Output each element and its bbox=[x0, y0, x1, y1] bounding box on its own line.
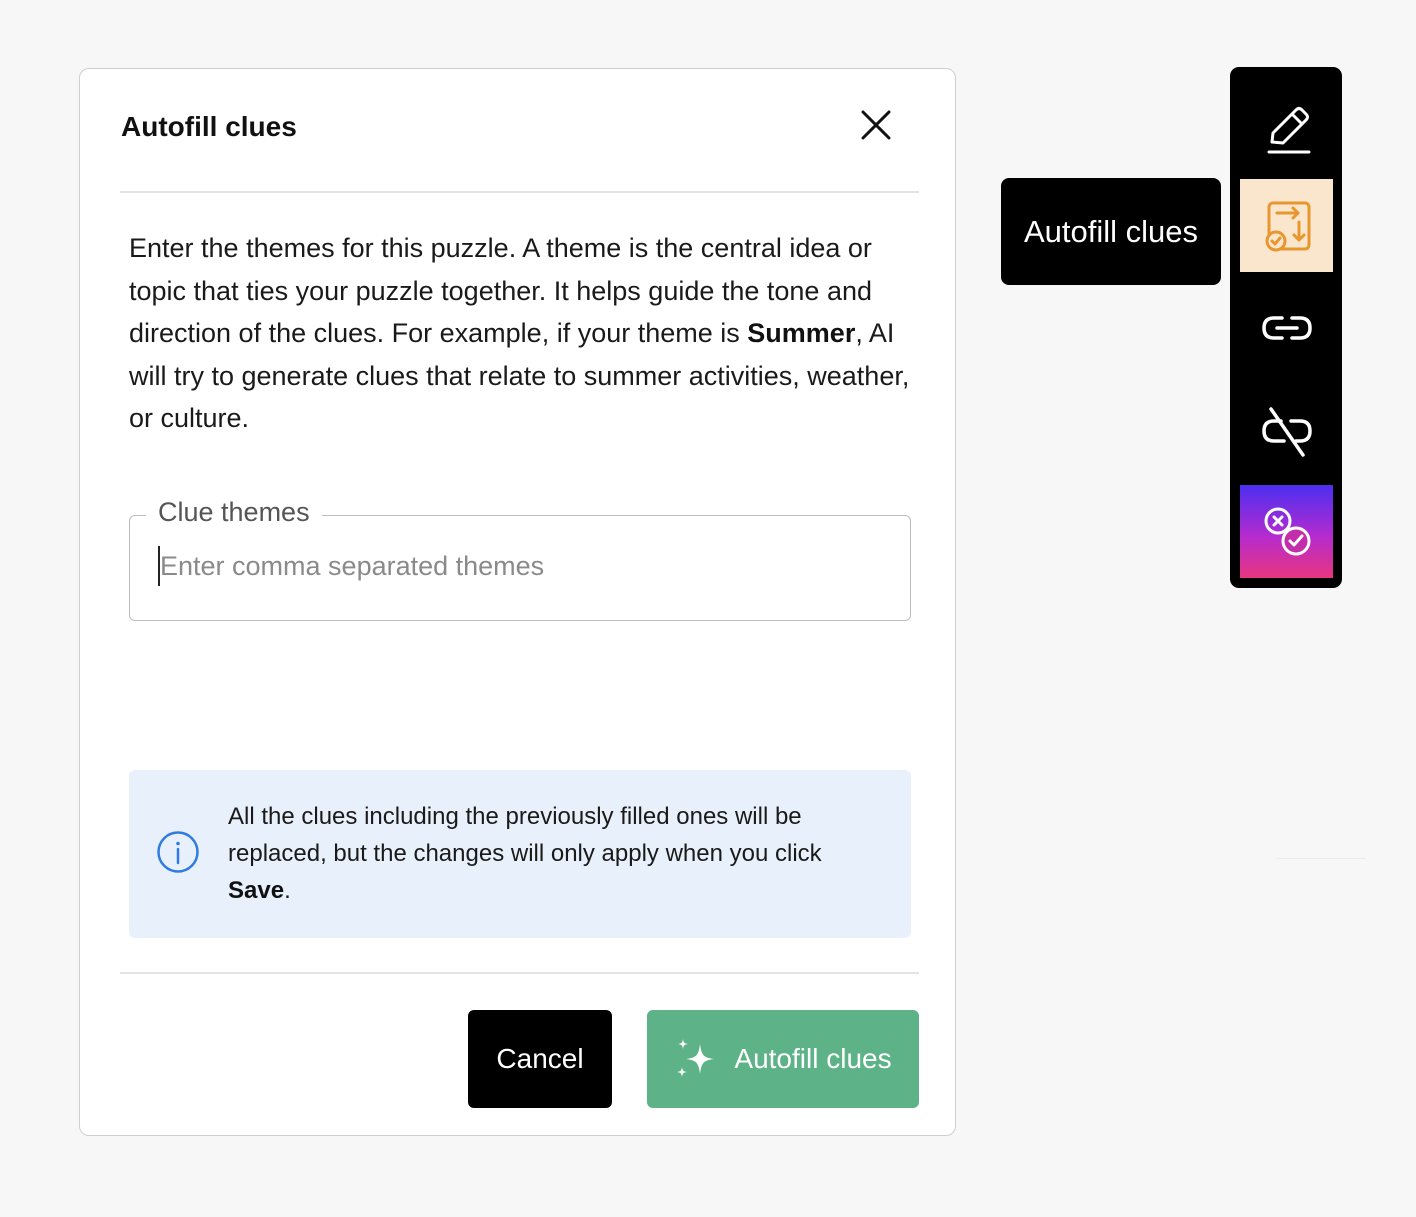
clue-themes-label: Clue themes bbox=[146, 497, 322, 528]
autofill-clues-tool[interactable] bbox=[1240, 179, 1333, 272]
info-icon bbox=[157, 831, 199, 873]
toggle-check-button[interactable] bbox=[1240, 485, 1333, 578]
close-button[interactable] bbox=[858, 107, 894, 143]
clue-themes-field: Clue themes bbox=[129, 497, 911, 621]
info-text-bold: Save bbox=[228, 877, 285, 904]
description-bold: Summer bbox=[747, 318, 856, 348]
close-icon bbox=[861, 110, 891, 140]
clue-themes-input[interactable] bbox=[158, 546, 880, 586]
edit-button[interactable] bbox=[1240, 82, 1333, 175]
autofill-tooltip: Autofill clues bbox=[1001, 178, 1221, 285]
cancel-button[interactable]: Cancel bbox=[468, 1010, 612, 1108]
link-icon bbox=[1261, 315, 1312, 340]
autofill-button-label: Autofill clues bbox=[734, 1043, 892, 1074]
side-toolbar bbox=[1230, 67, 1342, 588]
info-banner: All the clues including the previously f… bbox=[129, 770, 911, 938]
info-text-end: . bbox=[284, 877, 291, 904]
link-button[interactable] bbox=[1240, 281, 1333, 374]
dialog-title: Autofill clues bbox=[121, 111, 297, 142]
pencil-icon bbox=[1267, 106, 1310, 153]
info-text-start: All the clues including the previously f… bbox=[228, 803, 822, 867]
autofill-clues-icon bbox=[1265, 201, 1310, 251]
unlink-button[interactable] bbox=[1240, 383, 1333, 476]
autofill-clues-dialog: Autofill clues Enter the themes for this… bbox=[79, 68, 956, 1136]
header-divider bbox=[120, 191, 919, 193]
unlink-icon bbox=[1261, 406, 1312, 457]
toggle-check-icon bbox=[1264, 507, 1310, 555]
sparkles-icon bbox=[677, 1039, 715, 1077]
background-divider bbox=[1276, 858, 1366, 859]
footer-divider bbox=[120, 972, 919, 974]
autofill-clues-button[interactable]: Autofill clues bbox=[647, 1010, 919, 1108]
info-text: All the clues including the previously f… bbox=[228, 798, 868, 909]
dialog-description: Enter the themes for this puzzle. A them… bbox=[129, 227, 919, 440]
